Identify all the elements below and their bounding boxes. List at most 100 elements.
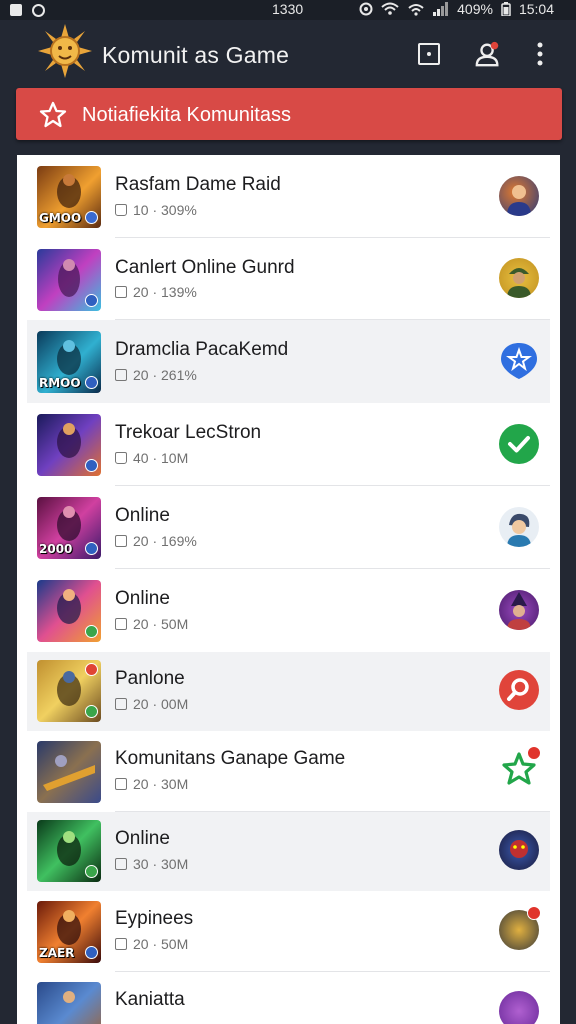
game-thumbnail <box>37 580 101 642</box>
checkbox-icon <box>115 286 127 298</box>
mage-avatar[interactable] <box>499 590 539 630</box>
alert-badge-icon <box>527 746 541 760</box>
game-thumbnail <box>37 741 101 803</box>
hero-avatar[interactable] <box>499 507 539 547</box>
screen-button[interactable] <box>415 40 443 68</box>
checkbox-icon <box>115 778 127 790</box>
item-meta: 20 · 139% <box>115 284 197 300</box>
game-thumbnail <box>37 982 101 1024</box>
item-title: Online <box>115 588 170 609</box>
list-item[interactable]: Online 20 · 50M <box>27 569 550 652</box>
alarm-icon <box>359 2 373 16</box>
checkbox-icon <box>115 535 127 547</box>
item-meta: 10 · 309% <box>115 202 197 218</box>
item-title: Kaniatta <box>115 989 185 1010</box>
checkbox-icon <box>115 858 127 870</box>
search-icon[interactable] <box>499 670 539 710</box>
alert-badge-icon <box>85 663 98 676</box>
game-list: GMOO Rasfam Dame Raid 10 · 309% Canlert … <box>17 155 560 1024</box>
checkbox-icon <box>115 618 127 630</box>
item-title: Komunitans Ganape Game <box>115 748 346 769</box>
item-title: Trekoar LecStron <box>115 422 262 443</box>
badge-icon <box>85 376 98 389</box>
item-meta: 20 · 50M <box>115 936 188 952</box>
game-thumbnail <box>37 660 101 722</box>
warrior-avatar[interactable] <box>499 176 539 216</box>
signal-icon <box>433 2 449 16</box>
star-badge-icon[interactable] <box>499 746 541 790</box>
bag-icon <box>115 452 127 464</box>
game-thumbnail <box>37 249 101 311</box>
badge-icon <box>85 459 98 472</box>
item-title: Dramclia PacaKemd <box>115 339 289 360</box>
game-thumbnail: 2000 <box>37 497 101 559</box>
item-meta: 30 · 30M <box>115 856 188 872</box>
badge-icon <box>85 946 98 959</box>
badge-icon <box>85 705 98 718</box>
status-center-time: 1330 <box>272 1 304 17</box>
item-meta: 20 · 169% <box>115 533 197 549</box>
checkbox-icon <box>115 938 127 950</box>
sync-icon <box>32 3 45 17</box>
game-thumbnail: GMOO <box>37 166 101 228</box>
app-header: Komunit as Game <box>0 20 576 86</box>
list-item[interactable]: GMOO Rasfam Dame Raid 10 · 309% <box>27 155 550 238</box>
notification-banner[interactable]: Notiafiekita Komunitass <box>16 88 562 140</box>
item-title: Online <box>115 828 170 849</box>
badge-icon <box>85 294 98 307</box>
status-clock: 15:04 <box>518 1 554 17</box>
purple-avatar[interactable] <box>499 991 539 1024</box>
user-notification-icon <box>475 41 499 67</box>
checkbox-icon <box>115 698 127 710</box>
badge-icon <box>85 865 98 878</box>
item-meta: 20 · 30M <box>115 776 188 792</box>
battery-icon <box>501 2 511 16</box>
more-vertical-icon <box>537 42 543 66</box>
badge-icon <box>85 211 98 224</box>
more-options-button[interactable] <box>526 40 554 68</box>
list-item[interactable]: Kaniatta <box>27 972 550 1024</box>
banner-text: Notiafiekita Komunitass <box>82 104 291 126</box>
item-meta: 40 · 10M <box>115 450 188 466</box>
status-bar: 1330 409% 15:04 <box>0 0 576 20</box>
wifi-icon <box>381 2 399 15</box>
square-icon <box>418 43 440 65</box>
item-title: Online <box>115 505 170 526</box>
battery-level: 409% <box>457 1 493 17</box>
list-item[interactable]: Panlone 20 · 00M <box>27 652 550 731</box>
item-meta: 20 · 261% <box>115 367 197 383</box>
item-meta: 20 · 00M <box>115 696 188 712</box>
demon-avatar[interactable] <box>499 830 539 870</box>
item-title: Rasfam Dame Raid <box>115 174 281 195</box>
hotspot-icon <box>408 4 424 16</box>
star-outline-icon <box>39 101 67 128</box>
game-thumbnail: ZAER <box>37 901 101 963</box>
list-item[interactable]: ZAER Eypinees 20 · 50M <box>27 891 550 972</box>
game-thumbnail <box>37 414 101 476</box>
profile-button[interactable] <box>474 40 502 68</box>
app-title: Komunit as Game <box>102 42 290 68</box>
item-title: Panlone <box>115 668 185 689</box>
map-pin-icon[interactable] <box>499 341 539 381</box>
alert-badge-icon <box>527 906 541 920</box>
list-item[interactable]: 2000 Online 20 · 169% <box>27 486 550 569</box>
item-meta: 20 · 50M <box>115 616 188 632</box>
list-item[interactable]: Trekoar LecStron 40 · 10M <box>27 403 550 486</box>
sun-face-logo <box>38 24 92 78</box>
list-item[interactable]: Online 30 · 30M <box>27 812 550 891</box>
knight-avatar[interactable] <box>499 906 541 950</box>
game-thumbnail: RMOO <box>37 331 101 393</box>
item-title: Canlert Online Gunrd <box>115 257 295 278</box>
item-title: Eypinees <box>115 908 194 929</box>
bag-icon <box>115 204 127 216</box>
list-item[interactable]: Komunitans Ganape Game 20 · 30M <box>27 731 550 812</box>
list-item[interactable]: RMOO Dramclia PacaKemd 20 · 261% <box>27 320 550 403</box>
checkbox-icon <box>115 369 127 381</box>
badge-icon <box>85 625 98 638</box>
check-icon[interactable] <box>499 424 539 464</box>
game-thumbnail <box>37 820 101 882</box>
notification-icon <box>10 4 22 16</box>
soldier-avatar[interactable] <box>499 258 539 298</box>
list-item[interactable]: Canlert Online Gunrd 20 · 139% <box>27 238 550 320</box>
badge-icon <box>85 542 98 555</box>
